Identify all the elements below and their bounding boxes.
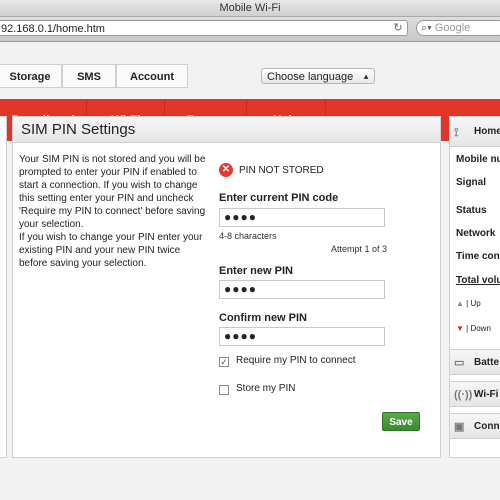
up-label: Up [470,299,481,308]
current-pin-label: Enter current PIN code [219,192,339,204]
search-field[interactable]: ⌕▾ Google [416,20,500,36]
sidebar-down: ▼ | Down [456,324,491,333]
sidebar-home-header[interactable]: ⟟ Home [450,117,500,147]
select-arrows-icon: ▲ [362,72,370,81]
down-arrow-icon: ▼ [456,324,464,333]
url-text: 92.168.0.1/home.htm [1,23,105,35]
search-placeholder: Google [434,22,471,34]
save-button[interactable]: Save [382,412,420,431]
language-select[interactable]: Choose language ▲ [261,68,375,84]
pin-length-hint: 4-8 characters [219,231,277,241]
monitor-icon: ▣ [454,421,465,433]
reload-icon[interactable]: ↻ [391,21,405,35]
window-title: Mobile Wi-Fi [0,0,500,17]
sidebar-up: ▲ | Up [456,299,481,308]
sidebar-total-volume[interactable]: Total volu [456,275,500,286]
wifi-label: Wi-Fi [474,389,499,400]
confirm-pin-label: Confirm new PIN [219,312,308,324]
require-pin-label: Require my PIN to connect [236,355,356,366]
battery-icon: ▭ [454,357,465,369]
down-label: Down [470,324,491,333]
tab-storage[interactable]: Storage [0,64,62,88]
attempt-counter: Attempt 1 of 3 [331,244,388,254]
address-bar: 92.168.0.1/home.htm ↻ ⌕▾ Google [0,17,500,42]
description: Your SIM PIN is not stored and you will … [19,153,211,270]
sim-pin-panel: SIM PIN Settings Your SIM PIN is not sto… [12,116,441,458]
panel-title: SIM PIN Settings [13,117,440,143]
search-icon: ⌕▾ [421,22,432,34]
tab-sms[interactable]: SMS [62,64,116,88]
sidebar-connect[interactable]: ▣ Conn [450,413,500,439]
language-label: Choose language [267,71,354,83]
sidebar-mobile-number: Mobile nu [456,154,500,165]
pin-status: ✕ PIN NOT STORED [219,163,324,179]
status-sidebar: ⟟ Home Mobile nu Signal Status Network Ti… [449,116,500,458]
url-field[interactable]: 92.168.0.1/home.htm ↻ [0,20,408,36]
tab-account[interactable]: Account [116,64,188,88]
new-pin-label: Enter new PIN [219,265,293,277]
top-nav: Storage SMS Account Choose language ▲ [0,60,500,92]
sidebar-wifi[interactable]: ((·)) Wi-Fi [450,381,500,407]
connect-label: Conn [474,421,500,432]
current-pin-input[interactable]: ●●●● [219,208,385,227]
description-text: Your SIM PIN is not stored and you will … [19,154,206,269]
require-pin-checkbox[interactable]: ✓ [219,357,229,367]
wifi-icon: ((·)) [454,389,473,401]
sidebar-signal: Signal [456,177,487,188]
confirm-pin-input[interactable]: ●●●● [219,327,385,346]
error-icon: ✕ [219,163,233,178]
pin-status-text: PIN NOT STORED [239,165,324,176]
sidebar-network: Network [456,228,496,239]
sidebar-time-connected: Time conn [456,251,500,262]
sidebar-battery[interactable]: ▭ Batte [450,349,500,375]
left-panel-edge [0,116,7,458]
sidebar-status: Status [456,205,487,216]
up-arrow-icon: ▲ [456,299,464,308]
sidebar-home-label: Home [474,126,500,137]
signal-tower-icon: ⟟ [454,125,459,139]
new-pin-input[interactable]: ●●●● [219,280,385,299]
battery-label: Batte [474,357,500,368]
store-pin-checkbox[interactable] [219,385,229,395]
store-pin-label: Store my PIN [236,383,296,394]
